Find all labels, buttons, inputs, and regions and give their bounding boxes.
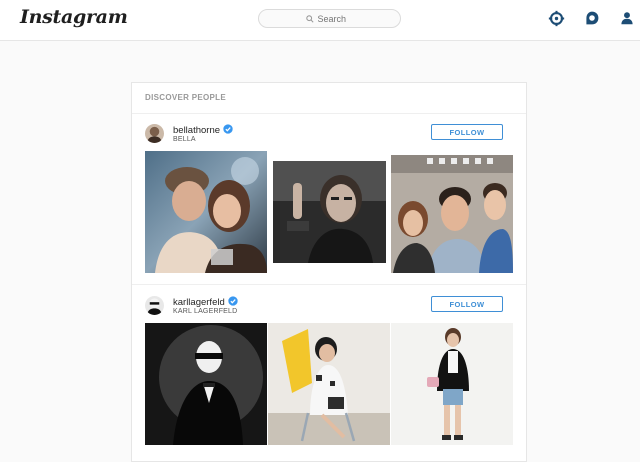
suggested-user-karllagerfeld: karllagerfeld KARL LAGERFELD FOLLOW [145,296,515,324]
full-name: KARL LAGERFELD [173,308,238,315]
avatar[interactable] [145,124,164,143]
search-icon [305,14,314,23]
search-box[interactable] [258,9,401,28]
username-text: bellathorne [173,125,221,136]
post-thumbnail[interactable] [145,151,267,273]
compass-icon[interactable] [547,9,565,27]
post-thumbnail[interactable] [273,161,386,263]
divider [132,284,526,285]
post-thumbnail[interactable] [145,323,267,445]
post-thumbnail[interactable] [391,155,513,273]
discover-people-card: DISCOVER PEOPLE bellathorne BELLA FOLLOW [131,82,527,462]
follow-button[interactable]: FOLLOW [431,124,503,140]
search-input[interactable] [317,13,354,24]
username-link[interactable]: karllagerfeld [173,296,238,308]
top-nav-bar: Instagram [0,0,640,41]
discover-people-title: DISCOVER PEOPLE [145,93,226,102]
activity-icon[interactable] [583,9,601,27]
instagram-logo[interactable]: Instagram [20,6,128,28]
username-link[interactable]: bellathorne [173,124,233,136]
verified-badge-icon [223,124,233,134]
divider [132,113,526,114]
username-text: karllagerfeld [173,297,225,308]
full-name: BELLA [173,136,196,143]
post-thumbnail[interactable] [268,323,390,445]
avatar[interactable] [145,296,164,315]
verified-badge-icon [228,296,238,306]
profile-icon[interactable] [618,9,636,27]
follow-button[interactable]: FOLLOW [431,296,503,312]
suggested-user-bellathorne: bellathorne BELLA FOLLOW [145,124,515,152]
post-thumbnail[interactable] [391,323,513,445]
